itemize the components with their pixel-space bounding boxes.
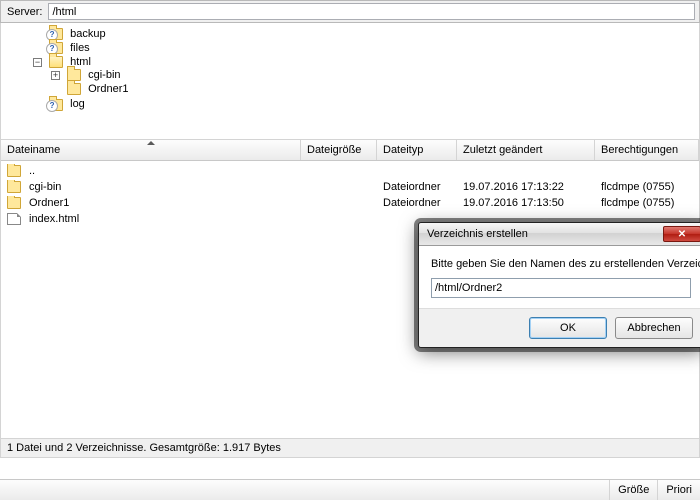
cell-size xyxy=(301,170,377,172)
cell-name: cgi-bin xyxy=(29,181,61,193)
tree-expand-icon[interactable]: + xyxy=(51,71,60,80)
server-path-bar: Server: xyxy=(0,0,700,23)
ok-button[interactable]: OK xyxy=(529,317,607,339)
close-icon: ✕ xyxy=(678,229,686,240)
bottom-col-priority[interactable]: Priori xyxy=(657,480,700,500)
list-row[interactable]: Ordner1 Dateiordner 19.07.2016 17:13:50 … xyxy=(1,195,699,211)
list-row-parent[interactable]: .. xyxy=(1,163,699,179)
server-label: Server: xyxy=(5,4,44,20)
dialog-title-text: Verzeichnis erstellen xyxy=(427,228,528,240)
list-header: Dateiname Dateigröße Dateityp Zuletzt ge… xyxy=(1,140,699,161)
cell-size xyxy=(301,218,377,220)
tree-item-html[interactable]: − html + cgi-bin Ordner1 xyxy=(33,55,695,97)
cancel-button[interactable]: Abbrechen xyxy=(615,317,693,339)
column-header-name-label: Dateiname xyxy=(7,144,60,156)
column-header-permissions[interactable]: Berechtigungen xyxy=(595,140,699,160)
folder-icon xyxy=(7,197,21,209)
tree-collapse-icon[interactable]: − xyxy=(33,58,42,67)
folder-unknown-icon xyxy=(49,99,63,111)
remote-tree: backup files − html + cgi-bin Ordner1 xyxy=(0,23,700,139)
cell-modified xyxy=(457,170,595,172)
column-header-modified[interactable]: Zuletzt geändert xyxy=(457,140,595,160)
cell-size xyxy=(301,202,377,204)
tree-item-files[interactable]: files xyxy=(33,41,695,55)
cell-type: Dateiordner xyxy=(377,196,457,210)
tree-item-cgi-bin[interactable]: + cgi-bin xyxy=(51,68,695,82)
cell-perm xyxy=(595,170,699,172)
cell-perm: flcdmpe (0755) xyxy=(595,180,699,194)
sort-asc-icon xyxy=(147,141,155,145)
bottom-col-size[interactable]: Größe xyxy=(609,480,657,500)
tree-expander-none xyxy=(51,83,60,92)
cell-type xyxy=(377,218,457,220)
tree-label: backup xyxy=(70,28,105,40)
column-header-name[interactable]: Dateiname xyxy=(1,140,301,160)
column-header-size[interactable]: Dateigröße xyxy=(301,140,377,160)
cell-name: index.html xyxy=(29,213,79,225)
bottom-bar: Größe Priori xyxy=(0,479,700,500)
tree-expander-none xyxy=(33,28,42,37)
cell-modified xyxy=(457,218,595,220)
dialog-body: Bitte geben Sie den Namen des zu erstell… xyxy=(419,246,700,308)
dialog-close-button[interactable]: ✕ xyxy=(663,226,700,242)
directory-name-input[interactable] xyxy=(431,278,691,298)
dialog-buttons: OK Abbrechen xyxy=(419,308,700,347)
create-directory-dialog: Verzeichnis erstellen ✕ Bitte geben Sie … xyxy=(418,222,700,348)
tree-expander-none xyxy=(33,42,42,51)
dialog-prompt: Bitte geben Sie den Namen des zu erstell… xyxy=(431,258,691,270)
cell-type xyxy=(377,170,457,172)
dialog-titlebar[interactable]: Verzeichnis erstellen ✕ xyxy=(419,223,700,246)
list-row[interactable]: cgi-bin Dateiordner 19.07.2016 17:13:22 … xyxy=(1,179,699,195)
tree-label: cgi-bin xyxy=(88,69,120,81)
tree-label: log xyxy=(70,98,85,110)
cell-modified: 19.07.2016 17:13:22 xyxy=(457,180,595,194)
cell-name: .. xyxy=(29,165,35,177)
tree-label: files xyxy=(70,42,90,54)
cell-type: Dateiordner xyxy=(377,180,457,194)
folder-icon xyxy=(7,165,21,177)
server-path-input[interactable] xyxy=(48,3,695,20)
cell-name: Ordner1 xyxy=(29,197,69,209)
list-body: .. cgi-bin Dateiordner 19.07.2016 17:13:… xyxy=(1,161,699,229)
cell-perm: flcdmpe (0755) xyxy=(595,196,699,210)
cell-perm xyxy=(595,218,699,220)
file-icon xyxy=(7,213,21,225)
tree-item-backup[interactable]: backup xyxy=(33,27,695,41)
cell-size xyxy=(301,186,377,188)
tree-item-ordner1[interactable]: Ordner1 xyxy=(51,82,695,96)
status-line: 1 Datei und 2 Verzeichnisse. Gesamtgröße… xyxy=(0,439,700,458)
tree-label: Ordner1 xyxy=(88,83,128,95)
column-header-type[interactable]: Dateityp xyxy=(377,140,457,160)
cell-modified: 19.07.2016 17:13:50 xyxy=(457,196,595,210)
tree-expander-none xyxy=(33,98,42,107)
folder-open-icon xyxy=(49,56,63,68)
tree-item-log[interactable]: log xyxy=(33,97,695,111)
folder-icon xyxy=(7,181,21,193)
folder-icon xyxy=(67,83,81,95)
